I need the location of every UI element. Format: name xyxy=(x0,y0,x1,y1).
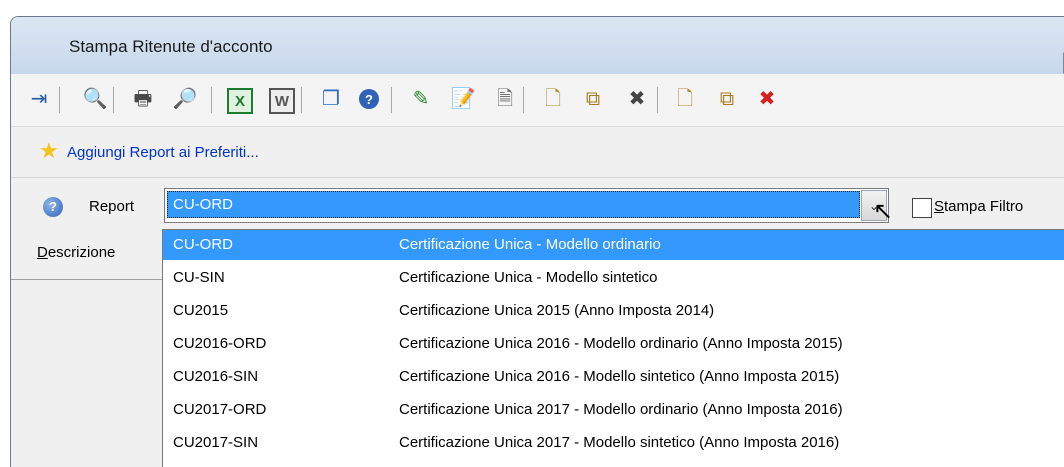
document-icon[interactable]: 🗎 xyxy=(491,85,519,113)
list-item-description: Certificazione Unica 2017 - Modello ordi… xyxy=(399,401,843,418)
stampa-filtro-checkbox[interactable] xyxy=(912,198,932,218)
list-item-description: Certificazione Unica - Modello ordinario xyxy=(399,236,661,253)
window-title: Stampa Ritenute d'acconto xyxy=(69,37,273,56)
delete-red-icon[interactable]: ✖ xyxy=(753,85,781,113)
report-combobox-value[interactable]: CU-ORD xyxy=(167,191,860,218)
pencil-icon[interactable]: ✎ xyxy=(407,85,435,113)
list-item[interactable]: CU2017-ORD Certificazione Unica 2017 - Mo… xyxy=(163,395,1064,425)
list-item-code: CU-SIN xyxy=(173,269,225,286)
list-item-description: Certificazione Unica 2015 (Anno Imposta … xyxy=(399,302,715,319)
list-item-code: CU2017-SIN xyxy=(173,434,259,451)
list-item-description: Certificazione Unica 2016 - Modello sint… xyxy=(399,368,840,385)
new-icon-2[interactable]: 🗋 xyxy=(671,85,699,113)
descrizione-label: Descrizione xyxy=(37,244,116,261)
app-window: Stampa Ritenute d'acconto ⇥ 🔍 🖶 🔎 X W ❐? ✎ 📝 🗎 🗋 ⧉ ✖… xyxy=(10,16,1064,467)
list-item-code: CU2016-SIN xyxy=(173,368,259,385)
toolbar-separator xyxy=(657,87,658,113)
star-icon: ★ xyxy=(39,138,59,163)
print-icon[interactable]: 🖶 xyxy=(129,85,157,113)
list-item-description: Certificazione Unica 2017 - Modello sint… xyxy=(399,434,840,451)
list-item-description: Certificazione Unica - Modello sintetico xyxy=(399,269,658,286)
report-combobox[interactable]: CU-ORD ⌄ xyxy=(164,188,889,223)
mouse-cursor-icon: ↖ xyxy=(873,198,894,225)
list-item-code: CU2017-ORD xyxy=(173,401,267,418)
toolbar: ⇥ 🔍 🖶 🔎 X W ❐? ✎ 📝 🗎 🗋 ⧉ ✖ 🗋 ⧉ ✖ xyxy=(11,74,1064,127)
list-item-description: Certificazione Unica 2016 - Modello ordi… xyxy=(399,335,843,352)
title-bar: Stampa Ritenute d'acconto xyxy=(11,17,1064,75)
list-item[interactable]: CU2016-SIN Certificazione Unica 2016 - Mo… xyxy=(163,362,1064,392)
add-to-favorites-link[interactable]: Aggiungi Report ai Preferiti... xyxy=(67,144,259,161)
word-icon[interactable]: W xyxy=(269,88,295,114)
list-item-code: CU2015 xyxy=(173,302,229,319)
toolbar-separator xyxy=(391,87,392,113)
list-item[interactable]: CU-SIN Certificazione Unica - Modello sin… xyxy=(163,263,1064,293)
help-icon[interactable]: ? xyxy=(359,89,379,109)
binoculars-icon[interactable]: 🔍 xyxy=(81,85,109,113)
copy-icon[interactable]: ⧉ xyxy=(579,85,607,113)
edit-document-icon[interactable]: 📝 xyxy=(449,85,477,113)
list-item[interactable]: CU-ORD Certificazione Unica - Modello ord… xyxy=(163,230,1064,260)
delete-gray-icon[interactable]: ✖ xyxy=(623,85,651,113)
print-preview-icon[interactable]: 🔎 xyxy=(171,85,199,113)
windows-icon[interactable]: ❐ xyxy=(317,85,345,113)
toolbar-separator xyxy=(301,87,302,113)
copy-icon-2[interactable]: ⧉ xyxy=(713,85,741,113)
report-dropdown-list[interactable]: CU-ORD Certificazione Unica - Modello ord… xyxy=(162,229,1064,467)
stampa-filtro-label[interactable]: Stampa Filtro xyxy=(934,198,1023,215)
favorites-bar: ★ Aggiungi Report ai Preferiti... xyxy=(11,127,1064,178)
excel-icon[interactable]: X xyxy=(227,88,253,114)
toolbar-separator xyxy=(113,87,114,113)
exit-icon[interactable]: ⇥ xyxy=(25,85,53,113)
list-item[interactable]: CU2015 Certificazione Unica 2015 (Anno Im… xyxy=(163,296,1064,326)
new-icon[interactable]: 🗋 xyxy=(539,85,567,113)
toolbar-separator xyxy=(523,87,524,113)
toolbar-separator xyxy=(211,87,212,113)
list-item[interactable]: CU2016-ORD Certificazione Unica 2016 - Mo… xyxy=(163,329,1064,359)
report-label: Report xyxy=(89,198,135,215)
list-item-code: CU-ORD xyxy=(173,236,233,253)
toolbar-separator xyxy=(59,87,60,113)
list-item-code: CU2016-ORD xyxy=(173,335,267,352)
help-icon[interactable]: ? xyxy=(43,197,63,217)
